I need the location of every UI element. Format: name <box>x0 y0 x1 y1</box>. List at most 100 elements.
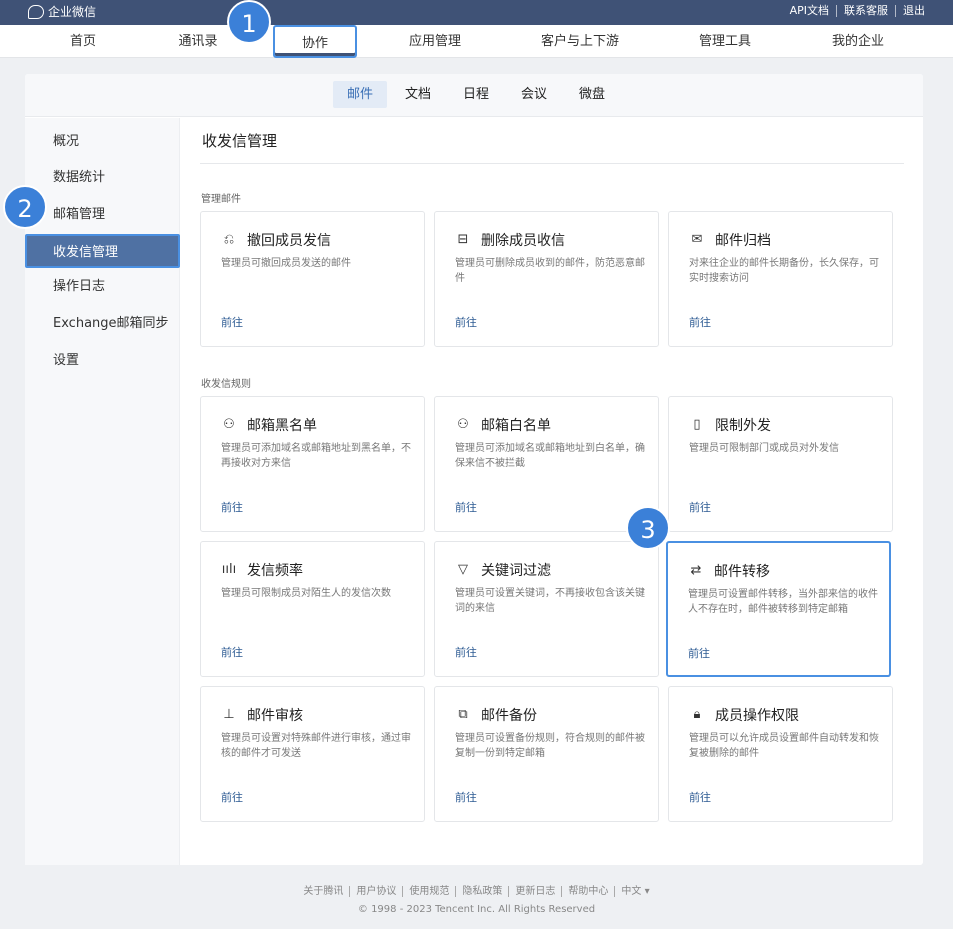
card-desc: 管理员可限制成员对陌生人的发信次数 <box>221 588 391 599</box>
footer-help-link[interactable]: 帮助中心 <box>562 886 616 897</box>
sidebar-item-settings[interactable]: 设置 <box>25 344 180 378</box>
sidebar-item-overview[interactable]: 概况 <box>25 125 180 159</box>
sub-nav: 邮件 文档 日程 会议 微盘 <box>25 74 923 117</box>
subnav-docs[interactable]: 文档 <box>397 81 439 108</box>
sidebar-item-mailbox-management[interactable]: 邮箱管理 <box>25 198 180 232</box>
sidebar: 概况 数据统计 邮箱管理 收发信管理 操作日志 Exchange邮箱同步 设置 <box>25 118 180 865</box>
footer-usage-link[interactable]: 使用规范 <box>403 886 457 897</box>
nav-my-enterprise[interactable]: 我的企业 <box>818 25 898 58</box>
sidebar-item-exchange-sync[interactable]: Exchange邮箱同步 <box>25 307 180 341</box>
footer-terms-link[interactable]: 用户协议 <box>350 886 404 897</box>
card-go-link[interactable]: 前往 <box>455 644 477 660</box>
nav-collaboration[interactable]: 协作 <box>273 25 357 58</box>
subnav-mail[interactable]: 邮件 <box>333 81 387 108</box>
footer-privacy-link[interactable]: 隐私政策 <box>456 886 510 897</box>
card-go-link[interactable]: 前往 <box>455 789 477 805</box>
nav-customers[interactable]: 客户与上下游 <box>530 25 630 58</box>
step-badge-3: 3 <box>626 506 670 550</box>
nav-home[interactable]: 首页 <box>43 25 123 58</box>
card-title: 邮件转移 <box>714 564 770 580</box>
transfer-icon: ⇄ <box>690 563 702 578</box>
card-title: 邮件归档 <box>715 233 771 249</box>
card-go-link[interactable]: 前往 <box>689 789 711 805</box>
card-title: 限制外发 <box>715 418 771 434</box>
card-go-link[interactable]: 前往 <box>689 314 711 330</box>
card-keyword-filter[interactable]: ▽ 关键词过滤 管理员可设置关键词，不再接收包含该关键词的来信 前往 <box>434 541 659 677</box>
subnav-meeting[interactable]: 会议 <box>513 81 555 108</box>
nav-admin-tools[interactable]: 管理工具 <box>685 25 765 58</box>
api-docs-link[interactable]: API文档 <box>783 5 837 17</box>
card-title: 邮件备份 <box>481 708 537 724</box>
card-title: 成员操作权限 <box>715 708 799 724</box>
contact-support-link[interactable]: 联系客服 <box>837 5 896 17</box>
frequency-icon: ıılı <box>221 562 237 577</box>
card-go-link[interactable]: 前往 <box>688 645 710 661</box>
footer-changelog-link[interactable]: 更新日志 <box>509 886 563 897</box>
card-desc: 管理员可设置备份规则，符合规则的邮件被复制一份到特定邮箱 <box>455 733 645 759</box>
logout-link[interactable]: 退出 <box>896 5 925 17</box>
card-mail-backup[interactable]: ⧉ 邮件备份 管理员可设置备份规则，符合规则的邮件被复制一份到特定邮箱 前往 <box>434 686 659 822</box>
card-member-permissions[interactable]: 🔒︎ 成员操作权限 管理员可以允许成员设置邮件自动转发和恢复被删除的邮件 前往 <box>668 686 893 822</box>
card-title: 删除成员收信 <box>481 233 565 249</box>
card-whitelist[interactable]: ⚇ 邮箱白名单 管理员可添加域名或邮箱地址到白名单，确保来信不被拦截 前往 <box>434 396 659 532</box>
sidebar-item-mail-management[interactable]: 收发信管理 <box>25 234 180 268</box>
card-go-link[interactable]: 前往 <box>689 499 711 515</box>
sidebar-item-statistics[interactable]: 数据统计 <box>25 161 180 195</box>
card-mail-archive[interactable]: ✉ 邮件归档 对来往企业的邮件长期备份，长久保存，可实时搜索访问 前往 <box>668 211 893 347</box>
card-desc: 管理员可添加域名或邮箱地址到黑名单，不再接收对方来信 <box>221 443 411 469</box>
card-go-link[interactable]: 前往 <box>221 314 243 330</box>
app-name: 企业微信 <box>48 5 97 19</box>
card-desc: 管理员可添加域名或邮箱地址到白名单，确保来信不被拦截 <box>455 443 645 469</box>
footer-language-select[interactable]: 中文 ▾ <box>615 886 655 897</box>
footer: 关于腾讯 用户协议 使用规范 隐私政策 更新日志 帮助中心 中文 ▾ © 1998 - 20… <box>0 882 953 915</box>
card-recall-mail[interactable]: ⎌ 撤回成员发信 管理员可撤回成员发送的邮件 前往 <box>200 211 425 347</box>
delete-mail-icon: ⊟ <box>457 232 469 247</box>
step-badge-2: 2 <box>3 185 47 229</box>
backup-icon: ⧉ <box>458 707 468 722</box>
subnav-calendar[interactable]: 日程 <box>455 81 497 108</box>
sidebar-item-operation-log[interactable]: 操作日志 <box>25 270 180 304</box>
card-mail-transfer[interactable]: ⇄ 邮件转移 管理员可设置邮件转移，当外部来信的收件人不存在时，邮件被转移到特定… <box>666 541 891 677</box>
card-go-link[interactable]: 前往 <box>455 499 477 515</box>
undo-mail-icon: ⎌ <box>223 232 235 247</box>
card-restrict-send[interactable]: ▯ 限制外发 管理员可限制部门或成员对外发信 前往 <box>668 396 893 532</box>
main-nav: 首页 通讯录 协作 应用管理 客户与上下游 管理工具 我的企业 <box>0 25 953 58</box>
card-title: 发信频率 <box>247 563 303 579</box>
card-go-link[interactable]: 前往 <box>221 789 243 805</box>
card-blacklist[interactable]: ⚇ 邮箱黑名单 管理员可添加域名或邮箱地址到黑名单，不再接收对方来信 前往 <box>200 396 425 532</box>
user-block-icon: ⚇ <box>223 417 235 432</box>
card-desc: 管理员可撤回成员发送的邮件 <box>221 258 351 269</box>
user-check-icon: ⚇ <box>457 417 469 432</box>
card-desc: 管理员可删除成员收到的邮件，防范恶意邮件 <box>455 258 645 284</box>
mail-icon: ✉ <box>691 232 703 247</box>
filter-icon: ▽ <box>458 562 468 577</box>
card-send-frequency[interactable]: ıılı 发信频率 管理员可限制成员对陌生人的发信次数 前往 <box>200 541 425 677</box>
card-desc: 管理员可设置关键词，不再接收包含该关键词的来信 <box>455 588 645 614</box>
card-go-link[interactable]: 前往 <box>221 644 243 660</box>
card-desc: 管理员可设置对特殊邮件进行审核，通过审核的邮件才可发送 <box>221 733 411 759</box>
door-icon: ▯ <box>693 417 701 432</box>
subnav-drive[interactable]: 微盘 <box>571 81 613 108</box>
section-label-manage-mail: 管理邮件 <box>201 194 241 205</box>
title-divider <box>200 163 904 164</box>
card-title: 关键词过滤 <box>481 563 551 579</box>
card-delete-mail[interactable]: ⊟ 删除成员收信 管理员可删除成员收到的邮件，防范恶意邮件 前往 <box>434 211 659 347</box>
footer-about-link[interactable]: 关于腾讯 <box>297 886 351 897</box>
section-label-rules: 收发信规则 <box>201 379 251 390</box>
nav-contacts[interactable]: 通讯录 <box>158 25 238 58</box>
card-title: 邮件审核 <box>247 708 303 724</box>
top-bar: 企业微信 API文档 联系客服 退出 <box>0 0 953 25</box>
card-desc: 管理员可设置邮件转移，当外部来信的收件人不存在时，邮件被转移到特定邮箱 <box>688 589 878 615</box>
card-mail-review[interactable]: ⊥ 邮件审核 管理员可设置对特殊邮件进行审核，通过审核的邮件才可发送 前往 <box>200 686 425 822</box>
app-logo[interactable]: 企业微信 <box>28 3 96 20</box>
card-title: 邮箱白名单 <box>481 418 551 434</box>
copyright: © 1998 - 2023 Tencent Inc. All Rights Re… <box>357 904 596 915</box>
nav-app-management[interactable]: 应用管理 <box>395 25 475 58</box>
stamp-icon: ⊥ <box>223 707 235 722</box>
card-title: 邮箱黑名单 <box>247 418 317 434</box>
card-go-link[interactable]: 前往 <box>221 499 243 515</box>
card-go-link[interactable]: 前往 <box>455 314 477 330</box>
card-desc: 对来往企业的邮件长期备份，长久保存，可实时搜索访问 <box>689 258 879 284</box>
card-title: 撤回成员发信 <box>247 233 331 249</box>
card-desc: 管理员可限制部门或成员对外发信 <box>689 443 839 454</box>
